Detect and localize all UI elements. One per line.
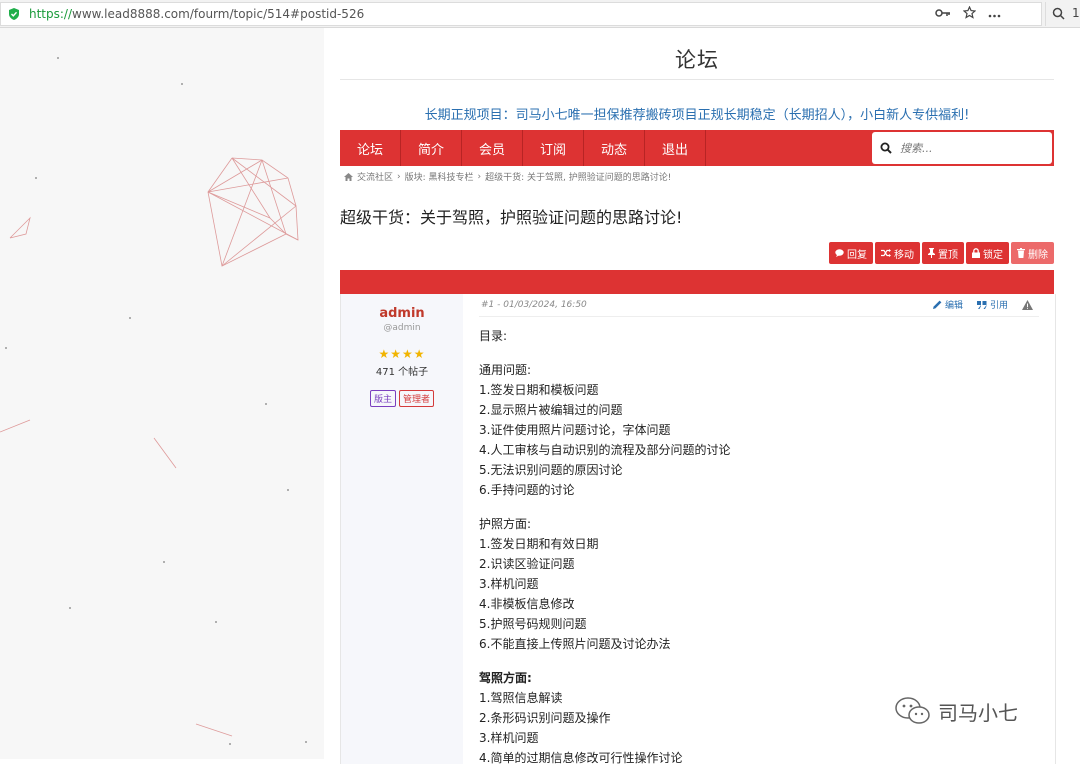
post-line: 3.样机问题: [479, 731, 539, 745]
lock-button[interactable]: 锁定: [966, 242, 1009, 264]
moderator-badge: 版主: [369, 390, 396, 407]
shuffle-icon: [881, 249, 891, 257]
author-panel: admin @admin ★★★★ 471 个帖子 版主 管理者: [341, 294, 463, 764]
main-nav: 论坛 简介 会员 订阅 动态 退出: [340, 130, 1054, 166]
rank-stars: ★★★★: [378, 347, 426, 361]
post-line: 4.非模板信息修改: [479, 597, 575, 611]
key-icon[interactable]: [935, 7, 951, 22]
post-meta: #1 - 01/03/2024, 16:50: [481, 300, 587, 310]
chevron-right-icon: ›: [477, 171, 482, 182]
wechat-icon: [895, 697, 930, 724]
watermark-text: 司马小七: [938, 700, 1018, 725]
decorative-background: [0, 28, 324, 759]
search-icon: [880, 142, 892, 154]
browser-search-button[interactable]: 1: [1045, 2, 1080, 26]
post-tools: 编辑 引用: [932, 298, 1033, 311]
nav-forum[interactable]: 论坛: [340, 130, 401, 166]
trash-icon: [1017, 248, 1025, 258]
breadcrumb: 交流社区 › 版块: 黑科技专栏 › 超级干货: 关于驾照, 护照验证问题的思路…: [344, 170, 671, 183]
post-line: 5.护照号码规则问题: [479, 617, 587, 631]
address-bar[interactable]: https://www.lead8888.com/fourm/topic/514…: [0, 2, 1042, 26]
divider: [479, 316, 1039, 317]
warning-icon: [1022, 299, 1033, 310]
chevron-right-icon: ›: [397, 171, 401, 182]
reply-button[interactable]: 回复: [829, 242, 873, 264]
quote-button[interactable]: 引用: [976, 298, 1008, 311]
url-text[interactable]: https://www.lead8888.com/fourm/topic/514…: [29, 7, 364, 21]
post-line: 3.证件使用照片问题讨论，字体问题: [479, 423, 671, 437]
comment-icon: [835, 249, 844, 257]
edit-button[interactable]: 编辑: [932, 298, 963, 311]
post-line: 4.人工审核与自动识别的流程及部分问题的讨论: [479, 443, 731, 457]
breadcrumb-board[interactable]: 版块: 黑科技专栏: [405, 170, 474, 183]
post-line: 护照方面:: [479, 517, 532, 531]
lock-icon: [972, 248, 980, 258]
delete-button[interactable]: 删除: [1011, 242, 1054, 264]
pencil-icon: [932, 300, 942, 309]
post-line: 1.签发日期和有效日期: [479, 537, 599, 551]
search-input[interactable]: [898, 140, 1042, 156]
report-button[interactable]: [1022, 299, 1033, 310]
topic-title: 超级干货：关于驾照，护照验证问题的思路讨论!: [340, 208, 683, 227]
browser-toolbar: https://www.lead8888.com/fourm/topic/514…: [0, 0, 1080, 28]
nav-activity[interactable]: 动态: [584, 130, 645, 166]
breadcrumb-topic: 超级干货: 关于驾照, 护照验证问题的思路讨论!: [485, 173, 672, 183]
post-count: 471 个帖子: [375, 367, 429, 378]
post-line: 2.显示照片被编辑过的问题: [479, 403, 623, 417]
post: admin @admin ★★★★ 471 个帖子 版主 管理者 #1 - 01…: [340, 294, 1056, 765]
post-line: 6.不能直接上传照片问题及讨论办法: [479, 637, 671, 651]
nav-logout[interactable]: 退出: [645, 130, 706, 166]
main-panel: 论坛 长期正规项目：司马小七唯一担保推荐搬砖项目正规长期稳定（长期招人），小白新…: [324, 28, 1080, 765]
move-button[interactable]: 移动: [875, 242, 920, 264]
truncated-text: 1: [1072, 6, 1080, 20]
pin-button[interactable]: 置顶: [922, 242, 964, 264]
author-handle: @admin: [383, 323, 421, 333]
post-line: 1.签发日期和模板问题: [479, 383, 599, 397]
search-box: [872, 132, 1052, 164]
site-title: 论坛: [675, 48, 719, 72]
search-icon: [1052, 7, 1065, 20]
nav-intro[interactable]: 简介: [401, 130, 462, 166]
announcement-link[interactable]: 长期正规项目：司马小七唯一担保推荐搬砖项目正规长期稳定（长期招人），小白新人专供…: [340, 104, 1054, 123]
post-line: 5.无法识别问题的原因讨论: [479, 463, 623, 477]
nav-members[interactable]: 会员: [462, 130, 523, 166]
star-icon[interactable]: [962, 5, 977, 23]
shield-icon: [9, 8, 19, 20]
author-name[interactable]: admin: [341, 306, 463, 321]
post-line: 目录:: [479, 329, 508, 343]
post-line: 4.简单的过期信息修改可行性操作讨论: [479, 751, 683, 765]
network-decoration: [0, 57, 307, 745]
watermark: 司马小七: [894, 696, 1018, 726]
admin-badge: 管理者: [399, 390, 435, 407]
topic-actions: 回复 移动 置顶 锁定 删除: [829, 242, 1054, 264]
post-line: 3.样机问题: [479, 577, 539, 591]
home-icon: [344, 172, 353, 181]
quote-icon: [976, 300, 987, 309]
more-icon[interactable]: [988, 7, 1001, 22]
post-line: 6.手持问题的讨论: [479, 483, 575, 497]
post-line: 2.识读区验证问题: [479, 557, 575, 571]
divider: [340, 79, 1054, 80]
pin-icon: [928, 248, 935, 258]
nav-subscribe[interactable]: 订阅: [523, 130, 584, 166]
post-line: 通用问题:: [479, 363, 532, 377]
post-header-bar: [340, 270, 1054, 294]
breadcrumb-home[interactable]: 交流社区: [357, 170, 393, 183]
post-line: 驾照方面:: [479, 671, 532, 685]
